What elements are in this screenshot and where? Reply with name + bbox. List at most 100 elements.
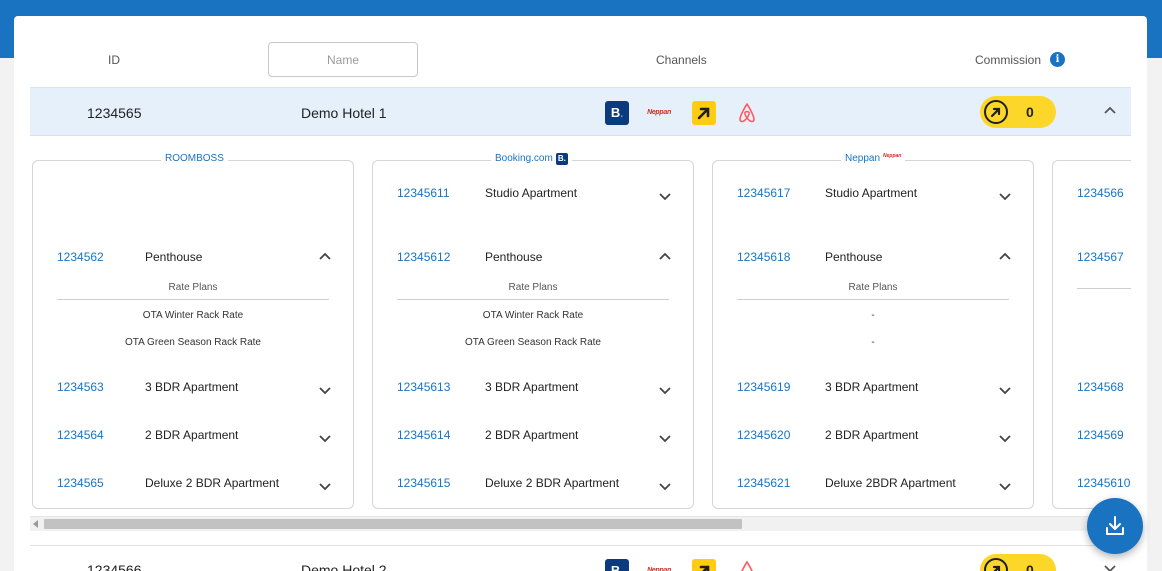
rate-plans-header: Rate Plans: [737, 282, 1009, 300]
chevron-down-icon[interactable]: [997, 382, 1013, 398]
expedia-icon: [984, 100, 1008, 124]
expedia-icon[interactable]: [692, 101, 716, 125]
room-id[interactable]: 12345613: [397, 380, 450, 394]
chevron-down-icon[interactable]: [317, 382, 333, 398]
rate-plan-item: OTA Green Season Rack Rate: [465, 337, 601, 348]
booking-glyph: B: [610, 105, 621, 120]
hotel-mapping-card: ID Channels Commission i 1234565 Demo Ho…: [14, 16, 1147, 571]
room-id[interactable]: 1234566: [1077, 186, 1124, 200]
info-icon[interactable]: i: [1050, 52, 1065, 67]
hotel-name: Demo Hotel 2: [301, 562, 387, 571]
column-id-label: ID: [108, 53, 120, 67]
room-name: Studio Apartment: [825, 186, 918, 200]
download-icon: [1106, 516, 1124, 535]
room-name: Deluxe 2 BDR Apartment: [485, 476, 620, 490]
chevron-down-icon[interactable]: [997, 188, 1013, 204]
hotel-id: 1234565: [87, 105, 142, 121]
room-id[interactable]: 1234568: [1077, 380, 1124, 394]
chevron-down-icon[interactable]: [997, 478, 1013, 494]
panel-title: Neppan Neppan: [841, 153, 906, 164]
hotel-row-collapsed[interactable]: 1234566 Demo Hotel 2 B. Neppan 0: [30, 545, 1131, 571]
table-header: ID Channels Commission i: [14, 16, 1147, 88]
scrollbar-thumb[interactable]: [44, 519, 742, 529]
room-id[interactable]: 1234562: [57, 250, 104, 264]
download-button[interactable]: [1087, 498, 1143, 554]
channel-panel-partial: 1234566 1234567 1234568 1234569 12345610: [1052, 160, 1131, 509]
room-name: Deluxe 2 BDR Apartment: [145, 476, 280, 490]
room-name: Studio Apartment: [485, 186, 578, 200]
rate-plans-header: Rate Plans: [57, 282, 329, 300]
airbnb-icon[interactable]: [735, 101, 759, 125]
panel-title-text: Neppan: [845, 153, 881, 164]
room-name: Penthouse: [485, 250, 543, 264]
commission-value: 0: [1026, 104, 1034, 120]
room-name: 2 BDR Apartment: [145, 428, 239, 442]
rate-plan-item: OTA Winter Rack Rate: [142, 310, 244, 321]
expand-chevron-down-icon[interactable]: [1102, 560, 1118, 571]
neppan-icon: Neppan: [883, 153, 902, 159]
scroll-left-arrow-icon[interactable]: [33, 520, 38, 528]
column-commission-label: Commission: [975, 53, 1042, 67]
chevron-up-icon[interactable]: [997, 248, 1013, 264]
room-name: 3 BDR Apartment: [485, 380, 579, 394]
room-id[interactable]: 12345610: [1077, 476, 1130, 490]
collapse-chevron-up-icon[interactable]: [1102, 102, 1118, 118]
room-id[interactable]: 12345612: [397, 250, 450, 264]
neppan-icon[interactable]: Neppan: [645, 559, 673, 571]
expedia-icon: [984, 558, 1008, 571]
commission-pill[interactable]: 0: [980, 96, 1056, 128]
rate-plan-item: -: [871, 310, 875, 321]
booking-icon[interactable]: B.: [605, 559, 629, 571]
name-filter-input[interactable]: [268, 42, 418, 77]
room-name: 2 BDR Apartment: [825, 428, 919, 442]
room-id[interactable]: 12345619: [737, 380, 790, 394]
chevron-down-icon[interactable]: [317, 478, 333, 494]
hotel-name: Demo Hotel 1: [301, 105, 387, 121]
room-id[interactable]: 12345621: [737, 476, 790, 490]
room-id[interactable]: 12345618: [737, 250, 790, 264]
room-name: 3 BDR Apartment: [145, 380, 239, 394]
horizontal-scrollbar[interactable]: [30, 516, 1131, 531]
room-id[interactable]: 1234565: [57, 476, 104, 490]
channel-panels-scroller[interactable]: ROOMBOSS 1234562 Penthouse Rate Plans OT…: [30, 137, 1131, 534]
rate-plans-divider: [1077, 282, 1131, 289]
booking-icon[interactable]: B.: [605, 101, 629, 125]
airbnb-icon[interactable]: [735, 559, 759, 571]
room-name: Deluxe 2BDR Apartment: [825, 476, 956, 490]
room-id[interactable]: 12345620: [737, 428, 790, 442]
channel-panel-roomboss: ROOMBOSS 1234562 Penthouse Rate Plans OT…: [32, 153, 354, 509]
room-name: 3 BDR Apartment: [825, 380, 919, 394]
chevron-down-icon[interactable]: [317, 430, 333, 446]
rate-plan-item: -: [871, 337, 875, 348]
hotel-id: 1234566: [87, 562, 142, 571]
booking-glyph: B: [610, 563, 621, 571]
column-channels-label: Channels: [656, 53, 707, 67]
panel-title: ROOMBOSS: [161, 153, 228, 164]
hotel-row-expanded[interactable]: 1234565 Demo Hotel 1 B. Neppan 0: [30, 87, 1131, 136]
chevron-down-icon[interactable]: [657, 382, 673, 398]
chevron-up-icon[interactable]: [657, 248, 673, 264]
chevron-up-icon[interactable]: [317, 248, 333, 264]
commission-pill[interactable]: 0: [980, 554, 1056, 571]
room-name: Penthouse: [145, 250, 203, 264]
chevron-down-icon[interactable]: [657, 430, 673, 446]
room-id[interactable]: 1234567: [1077, 250, 1124, 264]
room-id[interactable]: 12345611: [397, 186, 450, 200]
room-id[interactable]: 12345617: [737, 186, 790, 200]
chevron-down-icon[interactable]: [997, 430, 1013, 446]
panel-title: Booking.com B.: [491, 153, 572, 165]
neppan-icon[interactable]: Neppan: [645, 101, 673, 125]
rate-plans-header: Rate Plans: [397, 282, 669, 300]
channel-panel-neppan: Neppan Neppan 12345617 Studio Apartment 1…: [712, 153, 1034, 509]
room-id[interactable]: 1234564: [57, 428, 104, 442]
room-id[interactable]: 1234563: [57, 380, 104, 394]
chevron-down-icon[interactable]: [657, 478, 673, 494]
chevron-down-icon[interactable]: [657, 188, 673, 204]
room-id[interactable]: 12345614: [397, 428, 450, 442]
room-id[interactable]: 12345615: [397, 476, 450, 490]
rate-plan-item: OTA Winter Rack Rate: [482, 310, 584, 321]
room-id[interactable]: 1234569: [1077, 428, 1124, 442]
commission-value: 0: [1026, 562, 1034, 571]
panel-title-text: Booking.com: [495, 153, 553, 164]
expedia-icon[interactable]: [692, 559, 716, 571]
